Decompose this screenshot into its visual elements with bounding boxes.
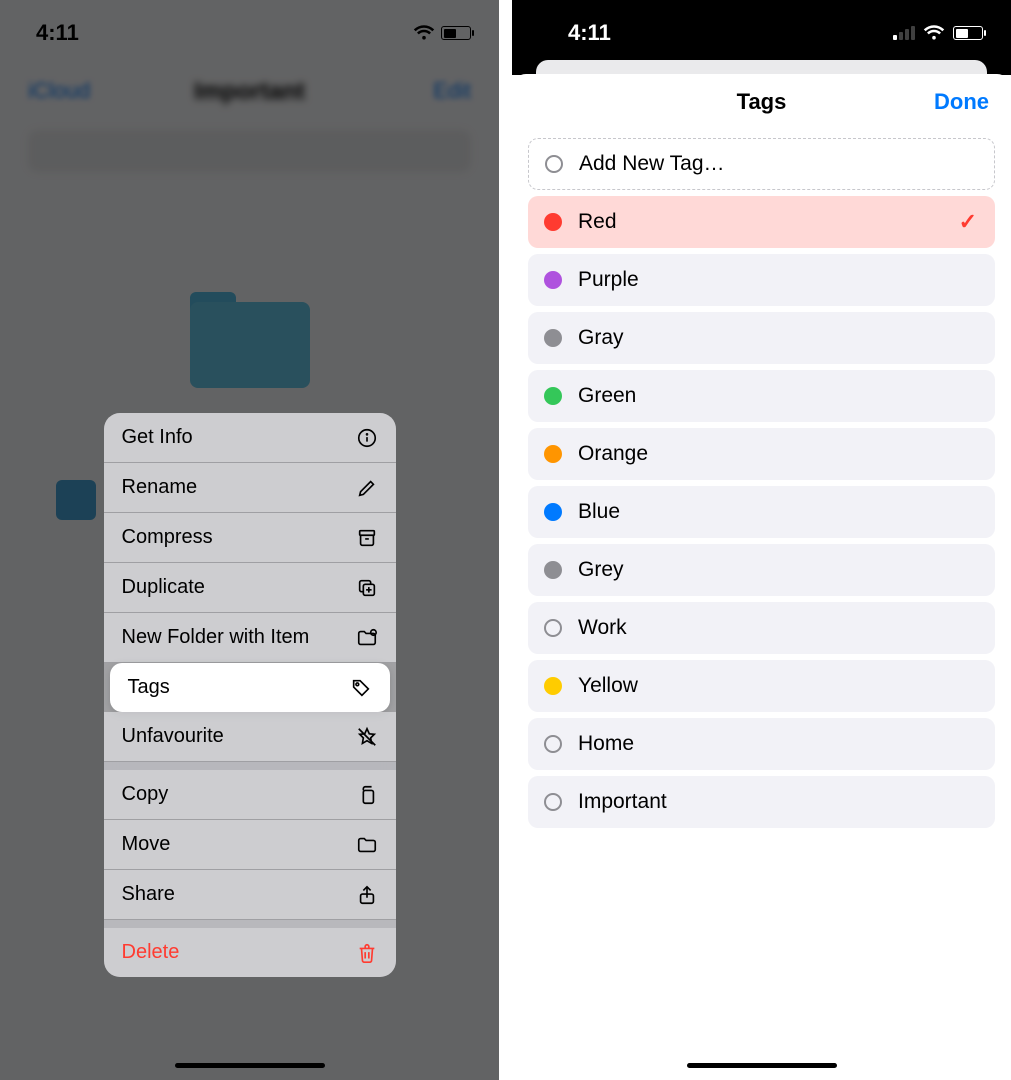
tag-row-home[interactable]: Home bbox=[528, 718, 995, 770]
tag-row-purple[interactable]: Purple bbox=[528, 254, 995, 306]
menu-label: Move bbox=[122, 833, 171, 856]
status-time: 4:11 bbox=[568, 20, 611, 46]
tag-label: Home bbox=[578, 732, 634, 756]
menu-copy[interactable]: Copy bbox=[104, 762, 396, 820]
menu-duplicate[interactable]: Duplicate bbox=[104, 563, 396, 613]
tag-dot bbox=[544, 271, 562, 289]
tag-dot bbox=[544, 387, 562, 405]
add-new-tag[interactable]: Add New Tag… bbox=[528, 138, 995, 190]
menu-unfavourite[interactable]: Unfavourite bbox=[104, 712, 396, 762]
menu-label: Copy bbox=[122, 783, 169, 806]
tag-dot bbox=[544, 561, 562, 579]
add-new-label: Add New Tag… bbox=[579, 152, 725, 176]
tag-row-gray[interactable]: Gray bbox=[528, 312, 995, 364]
menu-label: New Folder with Item bbox=[122, 626, 310, 649]
menu-new-folder[interactable]: New Folder with Item bbox=[104, 613, 396, 663]
tag-row-work[interactable]: Work bbox=[528, 602, 995, 654]
menu-move[interactable]: Move bbox=[104, 820, 396, 870]
folder-icon bbox=[356, 834, 378, 856]
home-indicator bbox=[687, 1063, 837, 1068]
menu-label: Unfavourite bbox=[122, 725, 224, 748]
tag-row-red[interactable]: Red ✓ bbox=[528, 196, 995, 248]
copy-icon bbox=[356, 784, 378, 806]
done-button[interactable]: Done bbox=[934, 89, 989, 115]
cellular-icon bbox=[893, 26, 915, 40]
context-menu: Get Info Rename Compress Duplicate New F… bbox=[104, 413, 396, 977]
wifi-icon bbox=[923, 25, 945, 41]
share-icon bbox=[356, 884, 378, 906]
tag-row-green[interactable]: Green bbox=[528, 370, 995, 422]
menu-label: Duplicate bbox=[122, 576, 205, 599]
star-slash-icon bbox=[356, 726, 378, 748]
tag-label: Grey bbox=[578, 558, 624, 582]
tag-label: Work bbox=[578, 616, 627, 640]
tag-dot bbox=[544, 503, 562, 521]
tag-row-yellow[interactable]: Yellow bbox=[528, 660, 995, 712]
pencil-icon bbox=[356, 477, 378, 499]
menu-rename[interactable]: Rename bbox=[104, 463, 396, 513]
status-icons bbox=[893, 25, 983, 41]
tag-label: Green bbox=[578, 384, 636, 408]
tag-dot bbox=[544, 677, 562, 695]
tag-row-orange[interactable]: Orange bbox=[528, 428, 995, 480]
folder-badge-icon bbox=[356, 627, 378, 649]
status-bar: 4:11 bbox=[512, 16, 1011, 50]
tag-row-important[interactable]: Important bbox=[528, 776, 995, 828]
tags-sheet: Tags Done Add New Tag… Red ✓ Purple Gray bbox=[512, 74, 1011, 1080]
tag-icon bbox=[350, 677, 372, 699]
sheet-header: Tags Done bbox=[512, 74, 1011, 130]
menu-tags[interactable]: Tags bbox=[110, 663, 390, 712]
sheet-title: Tags bbox=[737, 89, 787, 115]
tag-label: Gray bbox=[578, 326, 624, 350]
menu-get-info[interactable]: Get Info bbox=[104, 413, 396, 463]
tag-dot bbox=[544, 793, 562, 811]
right-screenshot: 4:11 Tags Done Add New Tag… Red ✓ bbox=[512, 0, 1011, 1080]
tag-dot bbox=[544, 445, 562, 463]
tag-dot bbox=[544, 735, 562, 753]
tag-dot bbox=[544, 619, 562, 637]
menu-label: Compress bbox=[122, 526, 213, 549]
tag-row-grey[interactable]: Grey bbox=[528, 544, 995, 596]
duplicate-icon bbox=[356, 577, 378, 599]
menu-label: Share bbox=[122, 883, 175, 906]
archive-icon bbox=[356, 527, 378, 549]
tag-label: Purple bbox=[578, 268, 639, 292]
tag-label: Orange bbox=[578, 442, 648, 466]
trash-icon bbox=[356, 942, 378, 964]
tag-dot bbox=[544, 213, 562, 231]
menu-share[interactable]: Share bbox=[104, 870, 396, 920]
tag-list: Add New Tag… Red ✓ Purple Gray Green bbox=[512, 130, 1011, 828]
menu-label: Rename bbox=[122, 476, 198, 499]
info-icon bbox=[356, 427, 378, 449]
tag-label: Important bbox=[578, 790, 667, 814]
home-indicator bbox=[175, 1063, 325, 1068]
screenshot-divider bbox=[499, 0, 512, 1080]
left-screenshot: 4:11 iCloud Important Edit Get Info Rena… bbox=[0, 0, 499, 1080]
hollow-dot-icon bbox=[545, 155, 563, 173]
battery-icon bbox=[953, 26, 983, 40]
tag-dot bbox=[544, 329, 562, 347]
menu-label: Get Info bbox=[122, 426, 193, 449]
menu-label: Delete bbox=[122, 941, 180, 964]
tag-label: Red bbox=[578, 210, 617, 234]
menu-label: Tags bbox=[128, 676, 170, 699]
check-icon: ✓ bbox=[959, 209, 977, 235]
menu-delete[interactable]: Delete bbox=[104, 920, 396, 977]
tag-row-blue[interactable]: Blue bbox=[528, 486, 995, 538]
menu-compress[interactable]: Compress bbox=[104, 513, 396, 563]
tag-label: Yellow bbox=[578, 674, 638, 698]
tag-label: Blue bbox=[578, 500, 620, 524]
